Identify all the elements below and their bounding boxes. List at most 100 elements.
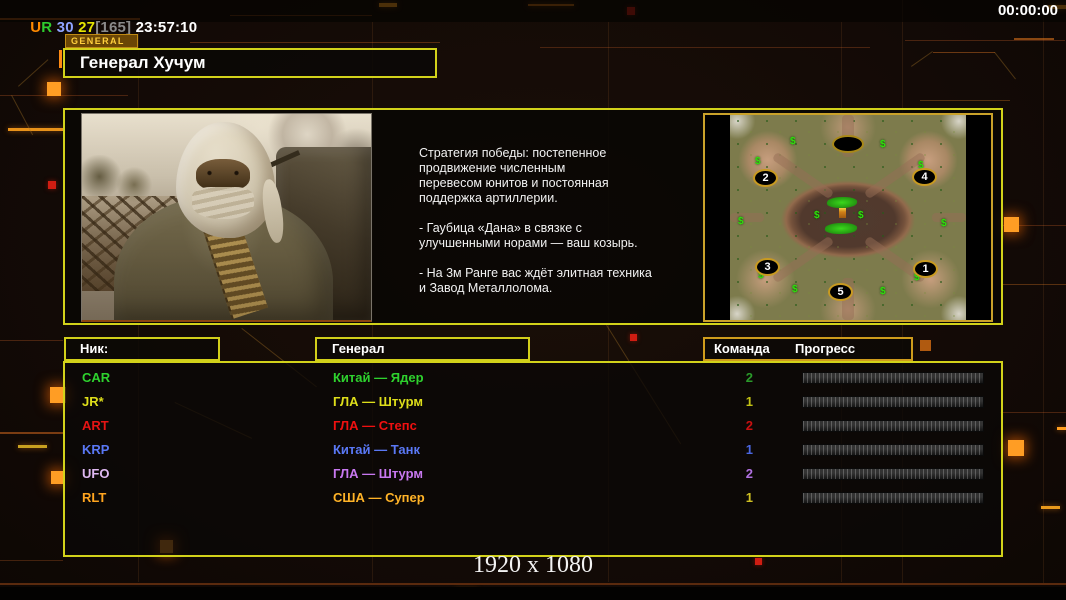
glow-square bbox=[47, 82, 61, 96]
player-nick: ART bbox=[82, 418, 109, 433]
strategy-line: перевесом юнитов и постоянная bbox=[419, 176, 609, 190]
circuit-diagonal bbox=[18, 59, 49, 87]
circuit-line bbox=[933, 52, 995, 53]
player-row: JR* ГЛА — Штурм 1 bbox=[65, 390, 1001, 414]
map-letterbox-left bbox=[705, 115, 730, 320]
supply-money-icon: $ bbox=[941, 218, 947, 229]
supply-money-icon: $ bbox=[858, 210, 864, 221]
player-row: ART ГЛА — Степс 2 bbox=[65, 414, 1001, 438]
circuit-line bbox=[1000, 412, 1066, 413]
supply-money-icon: $ bbox=[880, 286, 886, 297]
header-nick: Ник: bbox=[64, 337, 220, 361]
player-row: CAR Китай — Ядер 2 bbox=[65, 366, 1001, 390]
map-position: 3 bbox=[755, 258, 780, 276]
strategy-line: Стратегия победы: постепенное bbox=[419, 146, 607, 160]
progress-bar bbox=[802, 444, 984, 456]
supply-money-icon: $ bbox=[792, 284, 798, 295]
progress-bar bbox=[802, 420, 984, 432]
circuit-dash bbox=[1041, 506, 1060, 509]
glow-square bbox=[1008, 440, 1024, 456]
map-road bbox=[730, 213, 764, 222]
circuit-line bbox=[1003, 284, 1066, 285]
supply-money-icon: $ bbox=[738, 216, 744, 227]
supply-money-icon: $ bbox=[755, 156, 761, 167]
player-team: 1 bbox=[745, 442, 753, 457]
circuit-line bbox=[0, 95, 128, 96]
player-general: Китай — Танк bbox=[333, 442, 420, 457]
circuit-dash bbox=[18, 445, 47, 448]
strategy-line: улучшенными норами — ваш козырь. bbox=[419, 236, 638, 250]
circuit-dash bbox=[8, 128, 64, 131]
oil-derrick-icon bbox=[839, 208, 846, 218]
header-general: Генерал bbox=[315, 337, 530, 361]
map-terrain: $ $ $ $ $ $ $ $ $ $ $ $ 2 4 3 1 5 bbox=[730, 115, 966, 320]
glow-square bbox=[1004, 217, 1019, 232]
player-nick: JR* bbox=[82, 394, 104, 409]
circuit-line bbox=[1014, 38, 1054, 40]
player-general: США — Супер bbox=[333, 490, 425, 505]
strategy-line bbox=[419, 206, 689, 221]
map-position: 4 bbox=[912, 168, 937, 186]
circuit-diagonal bbox=[994, 52, 1016, 80]
supply-money-icon: $ bbox=[790, 136, 796, 147]
header-team: Команда bbox=[714, 341, 770, 356]
strategy-line bbox=[419, 251, 689, 266]
map-position: 1 bbox=[913, 260, 938, 278]
red-square bbox=[48, 181, 56, 189]
progress-bar bbox=[802, 396, 984, 408]
circuit-line bbox=[920, 100, 1010, 101]
progress-bar bbox=[802, 468, 984, 480]
map-position: 5 bbox=[828, 283, 853, 301]
map-road bbox=[932, 213, 966, 222]
map-position-empty bbox=[832, 135, 864, 153]
player-general: Китай — Ядер bbox=[333, 370, 424, 385]
circuit-line bbox=[540, 47, 870, 48]
map-preview: $ $ $ $ $ $ $ $ $ $ $ $ 2 4 3 1 5 bbox=[703, 113, 993, 322]
resolution-label: 1920 x 1080 bbox=[473, 552, 593, 578]
general-name-box: Генерал Хучум bbox=[63, 48, 437, 78]
circuit-line-vertical bbox=[1043, 0, 1044, 583]
strategy-line: - Гаубица «Дана» в связке с bbox=[419, 221, 582, 235]
player-team: 1 bbox=[745, 394, 753, 409]
briefing-panel: Стратегия победы: постепенное продвижени… bbox=[63, 108, 1003, 325]
score-part: U bbox=[30, 19, 42, 36]
circuit-line bbox=[0, 432, 63, 434]
match-timer: 00:00:00 bbox=[997, 2, 1058, 19]
player-general: ГЛА — Штурм bbox=[333, 394, 423, 409]
players-table: CAR Китай — Ядер 2 JR* ГЛА — Штурм 1 ART… bbox=[63, 361, 1003, 557]
map-position: 2 bbox=[753, 169, 778, 187]
player-nick: RLT bbox=[82, 490, 107, 505]
player-nick: UFO bbox=[82, 466, 110, 481]
header-team-progress: Команда Прогресс bbox=[703, 337, 913, 361]
player-nick: CAR bbox=[82, 370, 111, 385]
general-tab-label: GENERAL bbox=[65, 34, 138, 48]
strategy-line: - На 3м Ранге вас ждёт элитная техника bbox=[419, 266, 652, 280]
header-progress: Прогресс bbox=[795, 341, 856, 356]
player-row: RLT США — Супер 1 bbox=[65, 486, 1001, 510]
bottom-black-bar bbox=[0, 587, 1066, 600]
red-square bbox=[630, 334, 637, 341]
player-nick: KRP bbox=[82, 442, 110, 457]
title-accent-bar bbox=[59, 50, 62, 68]
progress-bar bbox=[802, 492, 984, 504]
general-portrait bbox=[81, 113, 372, 322]
strategy-line: продвижение численным bbox=[419, 161, 566, 175]
player-team: 2 bbox=[745, 418, 753, 433]
strategy-line: и Завод Металлолома. bbox=[419, 281, 553, 295]
portrait-tone-overlay bbox=[82, 114, 371, 320]
player-row: UFO ГЛА — Штурм 2 bbox=[65, 462, 1001, 486]
player-team: 1 bbox=[745, 490, 753, 505]
player-general: ГЛА — Штурм bbox=[333, 466, 423, 481]
player-row: KRP Китай — Танк 1 bbox=[65, 438, 1001, 462]
glow-square bbox=[920, 340, 931, 351]
circuit-diagonal bbox=[911, 51, 933, 67]
general-name: Генерал Хучум bbox=[80, 53, 206, 72]
circuit-line bbox=[0, 583, 1066, 585]
player-team: 2 bbox=[745, 466, 753, 481]
circuit-line bbox=[190, 42, 440, 43]
circuit-dash bbox=[1057, 427, 1066, 430]
circuit-line bbox=[905, 40, 1065, 41]
supply-money-icon: $ bbox=[880, 139, 886, 150]
map-letterbox-right bbox=[966, 115, 991, 320]
score-part: R bbox=[41, 19, 53, 36]
